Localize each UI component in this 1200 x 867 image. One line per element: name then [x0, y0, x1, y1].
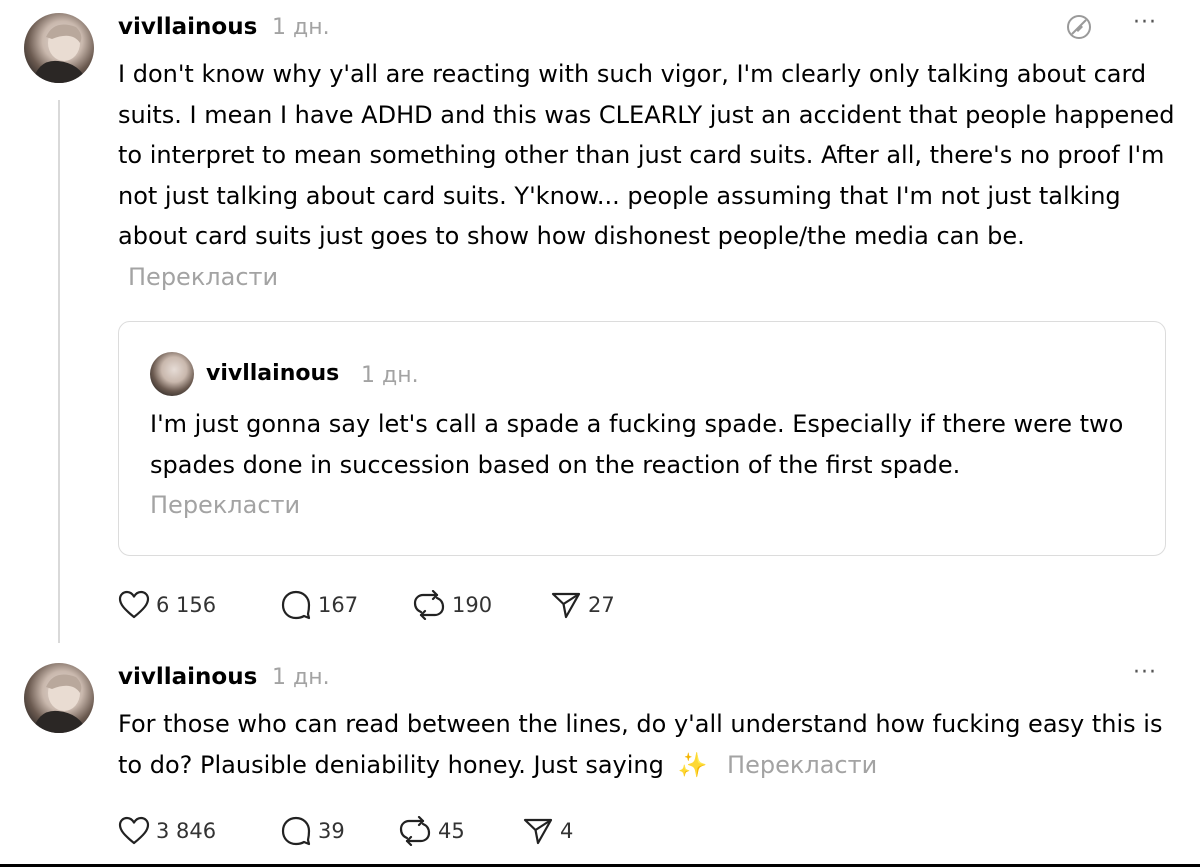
- like-count: 6 156: [156, 593, 217, 617]
- quoted-body: I'm just gonna say let's call a spade a …: [150, 404, 1140, 526]
- comment-icon: [281, 590, 311, 620]
- like-button[interactable]: 6 156: [118, 590, 216, 620]
- avatar-photo: [32, 674, 88, 733]
- share-count: 4: [560, 819, 574, 843]
- more-horizontal-icon[interactable]: ···: [1133, 660, 1157, 685]
- heart-icon: [118, 816, 150, 845]
- avatar[interactable]: [150, 352, 194, 396]
- comment-icon: [281, 816, 311, 846]
- share-button[interactable]: 4: [522, 816, 573, 846]
- repost-count: 190: [452, 593, 493, 617]
- username[interactable]: vivllainous: [118, 664, 257, 690]
- avatar-photo: [32, 24, 88, 83]
- translate-link[interactable]: Перекласти: [150, 491, 300, 519]
- more-horizontal-icon[interactable]: ···: [1133, 10, 1157, 35]
- repost-count: 45: [438, 819, 465, 843]
- post-text: For those who can read between the lines…: [118, 710, 1163, 779]
- post-body: I don't know why y'all are reacting with…: [118, 54, 1178, 297]
- translate-link[interactable]: Перекласти: [128, 263, 278, 291]
- post-actions: 3 846 39 45 4: [118, 816, 718, 846]
- share-count: 27: [588, 593, 615, 617]
- avatar[interactable]: [24, 663, 94, 733]
- avatar[interactable]: [24, 13, 94, 83]
- quoted-text: I'm just gonna say let's call a spade a …: [150, 410, 1124, 479]
- post-time[interactable]: 1 дн.: [361, 363, 419, 388]
- post: vivllainous 1 дн. ··· I don't know why y…: [0, 0, 1200, 650]
- comment-button[interactable]: 39: [280, 816, 345, 846]
- send-icon: [523, 818, 553, 845]
- comment-count: 167: [318, 593, 359, 617]
- post-time[interactable]: 1 дн.: [272, 15, 330, 40]
- comment-button[interactable]: 167: [280, 590, 358, 620]
- repost-icon: [413, 590, 445, 620]
- post-time[interactable]: 1 дн.: [272, 665, 330, 690]
- heart-icon: [118, 590, 150, 619]
- translate-link[interactable]: Перекласти: [727, 751, 877, 779]
- post-text: I don't know why y'all are reacting with…: [118, 60, 1175, 250]
- post-actions: 6 156 167 190 27: [118, 590, 718, 620]
- repost-button[interactable]: 45: [398, 816, 465, 846]
- username[interactable]: vivllainous: [206, 361, 339, 386]
- repost-button[interactable]: 190: [412, 590, 492, 620]
- post-body: For those who can read between the lines…: [118, 704, 1178, 785]
- edit-disabled-icon[interactable]: [1064, 12, 1094, 42]
- username[interactable]: vivllainous: [118, 14, 257, 40]
- send-icon: [551, 592, 581, 619]
- comment-count: 39: [318, 819, 345, 843]
- like-button[interactable]: 3 846: [118, 816, 216, 846]
- post: vivllainous 1 дн. ··· For those who can …: [0, 650, 1200, 864]
- thread-line: [58, 100, 60, 643]
- share-button[interactable]: 27: [550, 590, 615, 620]
- repost-icon: [399, 816, 431, 846]
- sparkles-emoji: ✨: [677, 750, 708, 779]
- like-count: 3 846: [156, 819, 217, 843]
